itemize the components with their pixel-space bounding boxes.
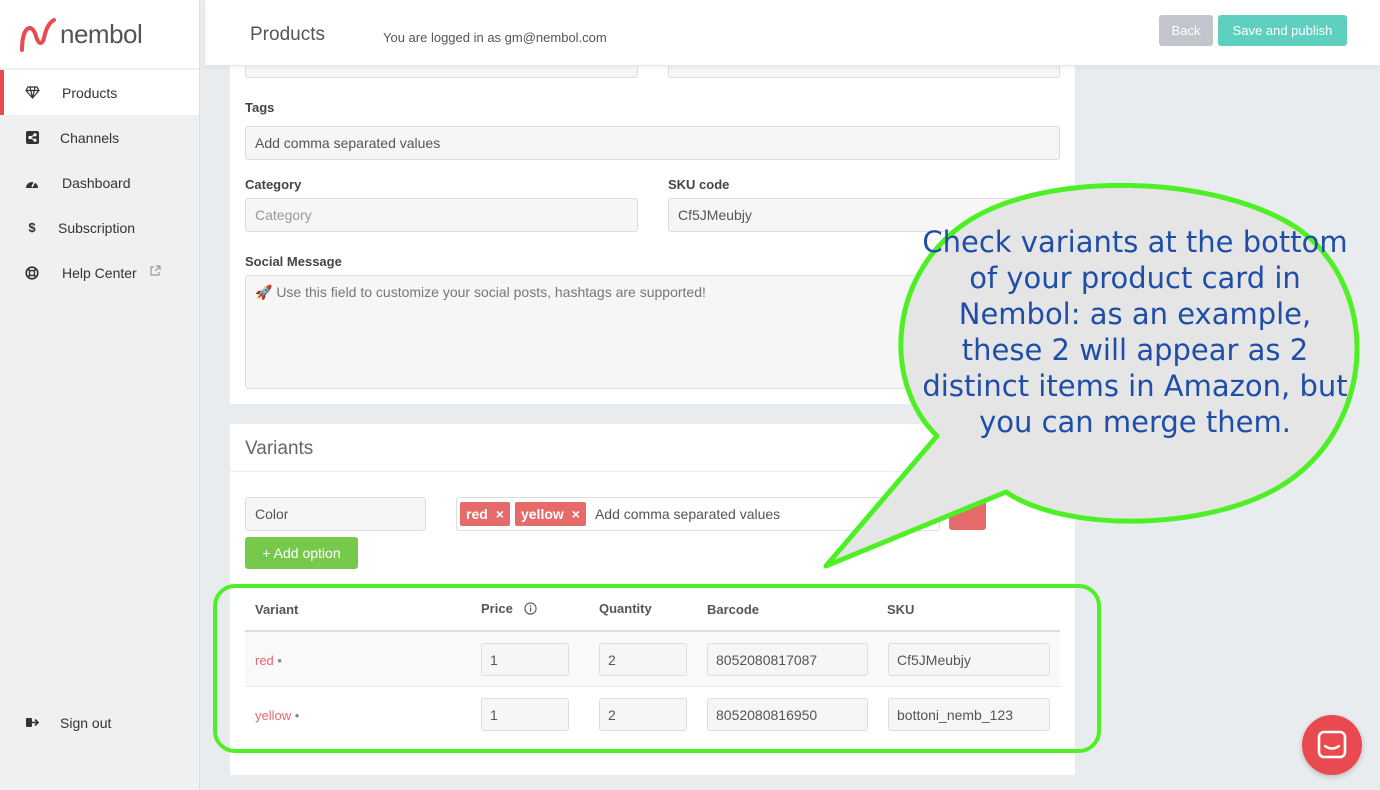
page-title: Products — [250, 24, 325, 45]
price-input[interactable]: 1 — [481, 643, 569, 676]
sidebar-item-label: Help Center — [62, 264, 137, 281]
option-values-input[interactable]: red × yellow × Add comma separated value… — [456, 497, 940, 531]
delete-option-button[interactable] — [949, 497, 986, 530]
annotation-text: Check variants at the bottom of your pro… — [922, 225, 1348, 439]
sku-code-label: SKU code — [668, 177, 730, 192]
sidebar-item-label: Channels — [60, 129, 120, 146]
sidebar-nav: Products Channels Dashboard $ Subscripti… — [0, 70, 199, 295]
variant-name: red • — [255, 653, 282, 668]
chat-launcher-button[interactable] — [1302, 715, 1362, 775]
back-button[interactable]: Back — [1159, 15, 1213, 46]
dollar-icon: $ — [28, 220, 36, 235]
category-label: Category — [245, 177, 302, 192]
table-row: yellow • 1 2 8052080816950 bottoni_nemb_… — [245, 687, 1060, 742]
price-header-label: Price — [481, 601, 513, 616]
tags-input[interactable]: Add comma separated values — [245, 126, 1060, 160]
column-header-sku: SKU — [887, 602, 915, 617]
sku-input[interactable]: Cf5JMeubjy — [888, 643, 1050, 676]
price-input[interactable]: 1 — [481, 698, 569, 731]
sidebar-item-label: Products — [62, 84, 118, 101]
variants-card: Variants Color red × yellow × Add comma … — [230, 424, 1075, 775]
tags-label: Tags — [245, 100, 275, 115]
tag-red: red × — [460, 502, 510, 526]
info-icon[interactable] — [524, 602, 538, 618]
tag-input-placeholder[interactable]: Add comma separated values — [595, 506, 780, 522]
diamond-icon — [24, 85, 40, 101]
sidebar-item-signout[interactable]: Sign out — [0, 700, 200, 745]
save-and-publish-button[interactable]: Save and publish — [1218, 15, 1347, 46]
login-info: You are logged in as gm@nembol.com — [383, 30, 607, 45]
signout-label: Sign out — [60, 714, 112, 731]
tag-label: yellow — [520, 506, 564, 522]
quantity-input[interactable]: 2 — [599, 643, 687, 676]
sidebar-item-help-center[interactable]: Help Center — [0, 250, 199, 295]
logo-text: nembol — [60, 18, 143, 49]
signout-icon — [24, 715, 40, 731]
nembol-logo-icon — [20, 18, 56, 52]
variant-name: yellow • — [255, 708, 300, 723]
sidebar: nembol Products Channels Dashboard $ Sub… — [0, 0, 200, 790]
remove-tag-icon[interactable]: × — [496, 506, 504, 522]
external-link-icon — [149, 265, 161, 280]
dashboard-icon — [24, 175, 40, 191]
sidebar-item-label: Subscription — [58, 219, 136, 236]
lifebuoy-icon — [24, 265, 40, 281]
remove-tag-icon[interactable]: × — [572, 506, 580, 522]
add-option-button[interactable]: + Add option — [245, 537, 358, 569]
option-name-input[interactable]: Color — [245, 497, 426, 531]
barcode-input[interactable]: 8052080817087 — [707, 643, 868, 676]
chat-icon — [1317, 730, 1347, 759]
sidebar-item-dashboard[interactable]: Dashboard — [0, 160, 199, 205]
tag-label: red — [466, 506, 488, 522]
share-icon — [24, 130, 40, 146]
barcode-input[interactable]: 8052080816950 — [707, 698, 868, 731]
column-header-variant: Variant — [255, 602, 299, 617]
column-header-quantity: Quantity — [599, 601, 652, 616]
variants-title: Variants — [245, 438, 314, 459]
column-header-price: Price — [481, 601, 538, 618]
sidebar-item-channels[interactable]: Channels — [0, 115, 199, 160]
sidebar-item-subscription[interactable]: $ Subscription — [0, 205, 199, 250]
category-input[interactable]: Category — [245, 198, 638, 232]
divider — [230, 471, 1075, 472]
sidebar-item-label: Dashboard — [62, 174, 131, 191]
table-row: red • 1 2 8052080817087 Cf5JMeubjy — [245, 632, 1060, 687]
social-message-label: Social Message — [245, 254, 342, 269]
sku-input[interactable]: bottoni_nemb_123 — [888, 698, 1050, 731]
column-header-barcode: Barcode — [707, 602, 760, 617]
sidebar-item-products[interactable]: Products — [0, 70, 199, 115]
quantity-input[interactable]: 2 — [599, 698, 687, 731]
logo[interactable]: nembol — [0, 0, 199, 68]
top-header: Products You are logged in as gm@nembol.… — [205, 0, 1380, 66]
tag-yellow: yellow × — [514, 502, 586, 526]
